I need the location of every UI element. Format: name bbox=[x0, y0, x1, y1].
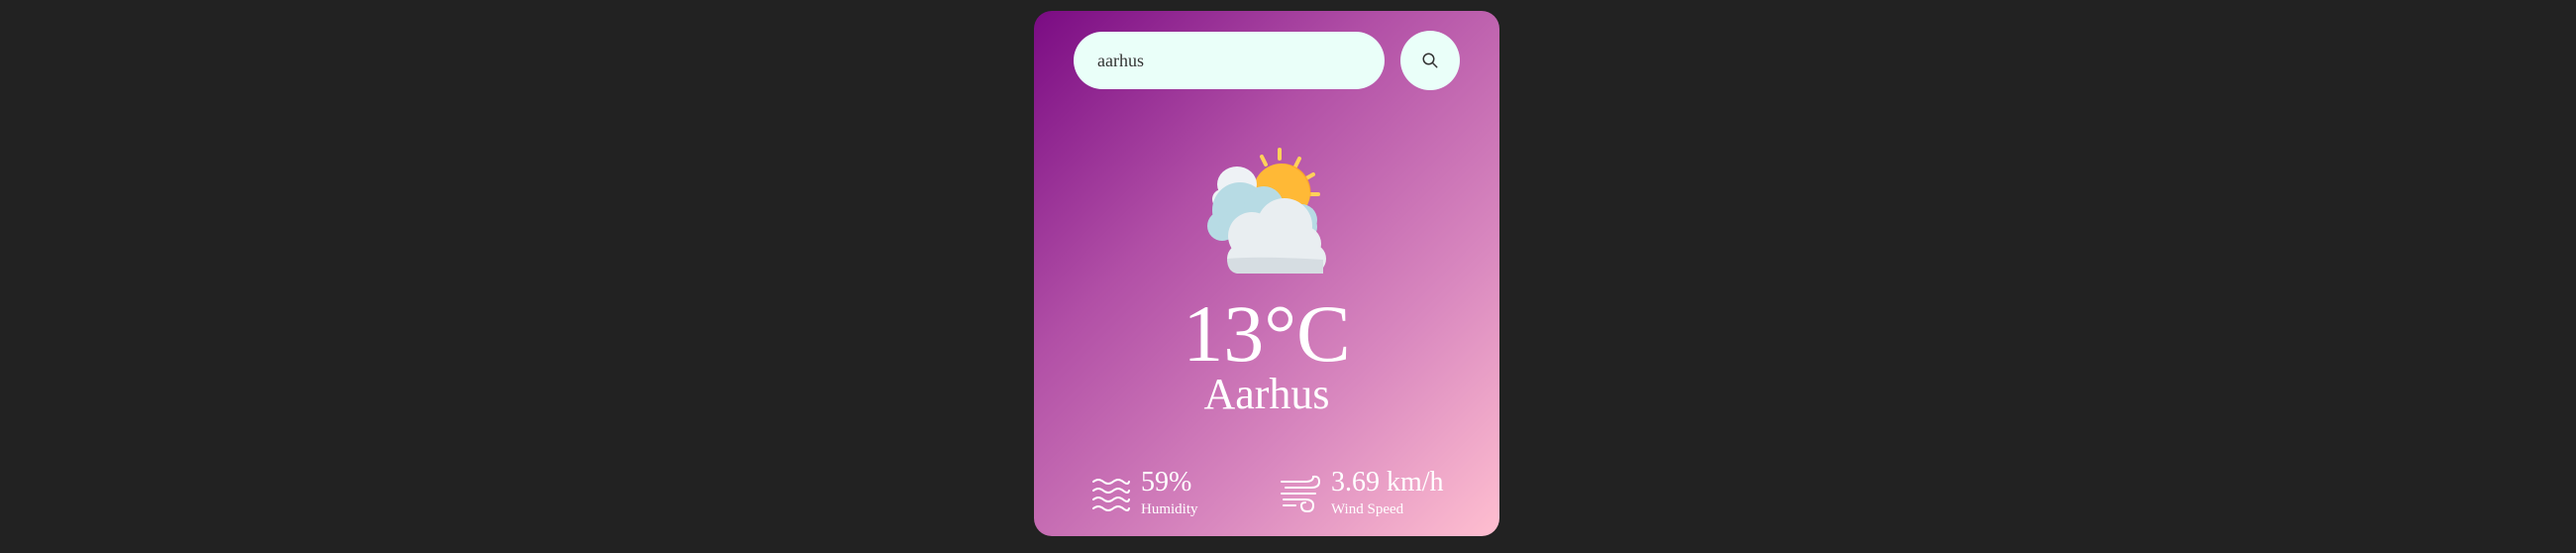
search-input[interactable] bbox=[1074, 32, 1385, 89]
weather-details: 59% Humidity 3.69 km/h Wind Speed bbox=[1091, 469, 1468, 523]
humidity-value: 59% bbox=[1141, 467, 1192, 498]
temperature: 13°C bbox=[1183, 288, 1351, 379]
search-bar bbox=[1074, 31, 1460, 90]
wind-panel: 3.69 km/h Wind Speed bbox=[1280, 469, 1444, 517]
wind-icon bbox=[1281, 475, 1321, 512]
wind-text: 3.69 km/h Wind Speed bbox=[1331, 469, 1444, 517]
search-button[interactable] bbox=[1400, 31, 1460, 90]
wind-value: 3.69 km/h bbox=[1331, 467, 1444, 498]
wind-label: Wind Speed bbox=[1331, 501, 1404, 517]
city-name: Aarhus bbox=[1203, 370, 1330, 418]
weather-card: 13°C Aarhus 59% Humidity bbox=[1034, 11, 1499, 536]
humidity-waves-icon bbox=[1092, 478, 1130, 511]
partly-cloudy-sun-icon bbox=[1207, 148, 1326, 274]
search-icon bbox=[1422, 53, 1438, 68]
humidity-panel: 59% Humidity bbox=[1091, 469, 1198, 517]
humidity-label: Humidity bbox=[1141, 501, 1198, 517]
humidity-text: 59% Humidity bbox=[1141, 469, 1198, 517]
